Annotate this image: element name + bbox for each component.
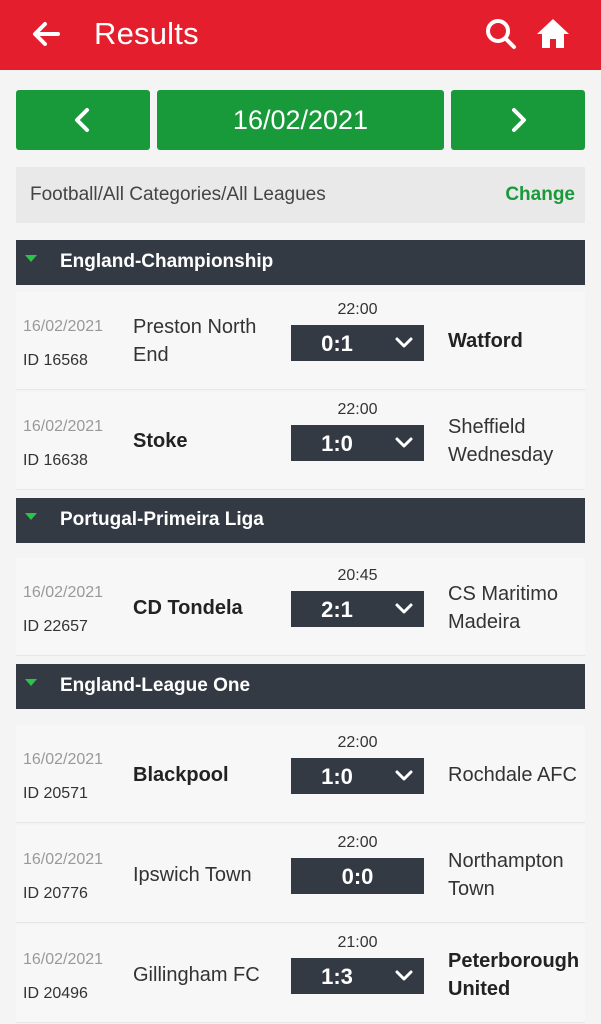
date-picker-button[interactable]: 16/02/2021 — [157, 90, 444, 150]
match-id: ID 16638 — [23, 452, 88, 469]
match-id: ID 16568 — [23, 352, 88, 369]
home-team: Blackpool — [133, 764, 229, 786]
match-date: 16/02/2021 — [23, 851, 104, 868]
home-team: Ipswich Town — [133, 864, 252, 886]
chevron-down-icon — [394, 433, 414, 453]
home-team: CD Tondela — [133, 597, 243, 619]
score-value: 1:0 — [321, 764, 353, 789]
league-name: Portugal-Primeira Liga — [60, 509, 264, 530]
chevron-down-icon — [394, 966, 414, 986]
score-value: 0:0 — [341, 864, 374, 889]
home-team: Stoke — [133, 430, 188, 452]
kickoff-time: 22:00 — [337, 734, 378, 751]
chevron-right-icon — [512, 108, 526, 132]
score-button[interactable]: 0:1 — [291, 325, 424, 361]
match-date: 16/02/2021 — [23, 751, 104, 768]
next-date-button[interactable] — [451, 90, 585, 150]
match-row: 16/02/2021 ID 22657 CD Tondela 20:45 2:1… — [16, 558, 585, 656]
score-value: 1:3 — [321, 964, 353, 989]
match-id: ID 20496 — [23, 985, 88, 1002]
league-header[interactable]: England-League One — [16, 664, 585, 709]
away-team: Watford — [448, 330, 523, 352]
match-date: 16/02/2021 — [23, 951, 104, 968]
match-id: ID 20776 — [23, 885, 88, 902]
collapse-triangle-icon — [25, 255, 37, 262]
filter-bar: Football/All Categories/All Leagues Chan… — [16, 167, 585, 223]
match-row: 16/02/2021 ID 20571 Blackpool 22:00 1:0 … — [16, 725, 585, 823]
match-date: 16/02/2021 — [23, 418, 104, 435]
filter-path: Football/All Categories/All Leagues — [30, 184, 326, 205]
score-button[interactable]: 0:0 — [291, 858, 424, 894]
league-name: England-Championship — [60, 251, 274, 272]
match-date: 16/02/2021 — [23, 318, 104, 335]
kickoff-time: 20:45 — [337, 567, 378, 584]
previous-date-button[interactable] — [16, 90, 150, 150]
league-header[interactable]: England-Championship — [16, 240, 585, 285]
away-team: Northampton Town — [448, 850, 564, 900]
score-button[interactable]: 1:3 — [291, 958, 424, 994]
away-team: CS Maritimo Madeira — [448, 583, 559, 633]
change-filter-link[interactable]: Change — [505, 184, 575, 206]
match-row: 16/02/2021 ID 20776 Ipswich Town 22:00 0… — [16, 825, 585, 923]
kickoff-time: 22:00 — [337, 401, 378, 418]
search-icon[interactable] — [481, 14, 521, 54]
collapse-triangle-icon — [25, 679, 37, 686]
match-row: 16/02/2021 ID 16568 Preston North End 22… — [16, 292, 585, 390]
score-value: 1:0 — [321, 431, 353, 456]
home-team: Preston North End — [133, 316, 257, 366]
chevron-down-icon — [394, 766, 414, 786]
page-title: Results — [94, 16, 199, 51]
match-date: 16/02/2021 — [23, 584, 104, 601]
home-team: Gillingham FC — [133, 964, 260, 986]
score-button[interactable]: 1:0 — [291, 758, 424, 794]
away-team: Rochdale AFC — [448, 764, 577, 786]
away-team: Peterborough United — [448, 950, 580, 1000]
away-team: Sheffield Wednesday — [448, 416, 554, 466]
match-id: ID 22657 — [23, 618, 88, 635]
match-row: 16/02/2021 ID 20496 Gillingham FC 21:00 … — [16, 925, 585, 1023]
score-button[interactable]: 1:0 — [291, 425, 424, 461]
collapse-triangle-icon — [25, 513, 37, 520]
match-id: ID 20571 — [23, 785, 88, 802]
chevron-down-icon — [394, 333, 414, 353]
kickoff-time: 21:00 — [337, 934, 378, 951]
kickoff-time: 22:00 — [337, 834, 378, 851]
score-value: 2:1 — [321, 597, 353, 622]
match-row: 16/02/2021 ID 16638 Stoke 22:00 1:0 Shef… — [16, 392, 585, 490]
score-button[interactable]: 2:1 — [291, 591, 424, 627]
league-header[interactable]: Portugal-Primeira Liga — [16, 498, 585, 543]
chevron-down-icon — [394, 599, 414, 619]
league-name: England-League One — [60, 675, 251, 696]
chevron-left-icon — [75, 108, 89, 132]
top-app-bar: Results — [0, 0, 601, 70]
kickoff-time: 22:00 — [337, 301, 378, 318]
home-icon[interactable] — [533, 14, 573, 54]
score-value: 0:1 — [321, 331, 353, 356]
back-arrow-icon[interactable] — [28, 14, 68, 54]
